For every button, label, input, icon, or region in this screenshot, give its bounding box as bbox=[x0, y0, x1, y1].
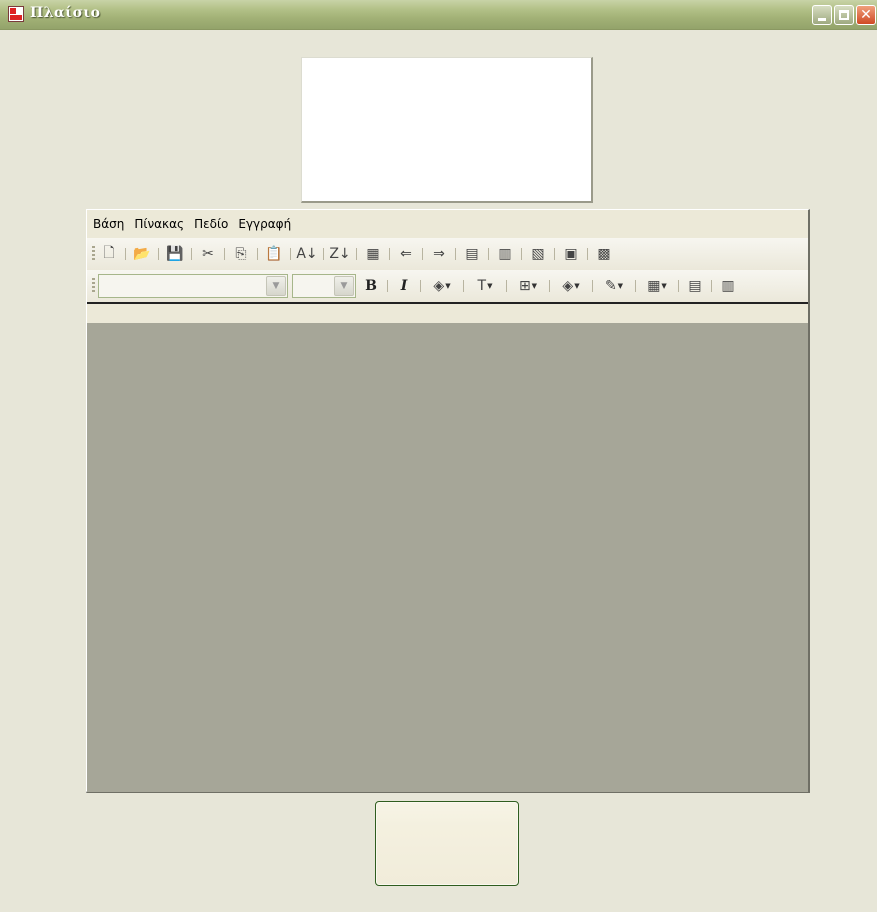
menu-item-eggrafi[interactable]: Εγγραφή bbox=[238, 215, 291, 233]
action-button[interactable] bbox=[375, 801, 519, 886]
toolbar-grip[interactable] bbox=[92, 278, 95, 294]
toolbar-separator bbox=[224, 248, 225, 260]
standard-toolbar: 🗋 📂 💾 ✂ ⎘ 📋 A↓ Z↓ ▦ ⇐ ⇒ ▤ ▥ ▧ ▣ ▩ bbox=[87, 238, 808, 270]
blank-panel bbox=[301, 57, 593, 203]
toolbar-separator bbox=[158, 248, 159, 260]
find-previous-icon[interactable]: ⇐ bbox=[395, 243, 417, 265]
fill-color-icon[interactable]: ◈ ▼ bbox=[426, 275, 458, 297]
title-bar[interactable]: Πλαίσιο ✕ bbox=[0, 0, 877, 30]
toolbar-separator bbox=[389, 248, 390, 260]
toolbar-separator bbox=[257, 248, 258, 260]
paste-icon[interactable]: 📋 bbox=[263, 243, 285, 265]
cut-icon[interactable]: ✂ bbox=[197, 243, 219, 265]
form-app-icon[interactable] bbox=[8, 6, 24, 22]
menu-item-vasi[interactable]: Βάση bbox=[93, 215, 124, 233]
maximize-icon bbox=[839, 10, 849, 20]
toolbar-separator bbox=[290, 248, 291, 260]
chevron-down-icon: ▼ bbox=[531, 282, 538, 290]
font-color-icon[interactable]: T ▼ bbox=[469, 275, 501, 297]
formatting-toolbar: ▼ ▼ B I ◈ ▼ T ▼ ⊞ ▼ ◈ ▼ ✎ ▼ ▦ ▼ ▤ ▥ bbox=[87, 270, 808, 304]
menu-item-pedio[interactable]: Πεδίο bbox=[194, 215, 228, 233]
chevron-down-icon: ▼ bbox=[617, 282, 624, 290]
toolbar-separator bbox=[455, 248, 456, 260]
fill-color-icon-glyph: ◈ bbox=[433, 278, 445, 294]
toolbar-separator bbox=[635, 280, 636, 292]
toolbar-separator bbox=[506, 280, 507, 292]
toolbar-grip[interactable] bbox=[92, 246, 95, 262]
toolbar-separator bbox=[554, 248, 555, 260]
font-size-combo[interactable]: ▼ bbox=[292, 274, 356, 298]
table-icon[interactable]: ▥ bbox=[717, 275, 739, 297]
add-record-icon[interactable]: ▤ bbox=[461, 243, 483, 265]
chevron-down-icon: ▼ bbox=[445, 282, 451, 290]
open-folder-icon[interactable]: 📂 bbox=[131, 243, 153, 265]
chevron-down-icon: ▼ bbox=[661, 282, 667, 290]
toolbar-separator bbox=[422, 248, 423, 260]
maximize-button[interactable] bbox=[834, 5, 854, 25]
close-icon: ✕ bbox=[860, 7, 872, 23]
filter-icon[interactable]: ▦ bbox=[362, 243, 384, 265]
grid-lines-icon[interactable]: ▦ ▼ bbox=[641, 275, 673, 297]
format-painter-icon[interactable]: ✎ ▼ bbox=[598, 275, 630, 297]
insert-field-icon[interactable]: ▣ bbox=[560, 243, 582, 265]
chevron-down-icon[interactable]: ▼ bbox=[266, 276, 286, 296]
toolbar-separator bbox=[356, 248, 357, 260]
toolbar-separator bbox=[323, 248, 324, 260]
format-painter-icon-glyph: ✎ bbox=[604, 278, 617, 294]
toolbar-separator bbox=[587, 248, 588, 260]
minimize-button[interactable] bbox=[812, 5, 832, 25]
form-window: Πλαίσιο ✕ Βάση Πίνακας Πεδίο Εγγραφή 🗋 📂 💾… bbox=[0, 0, 877, 912]
save-icon[interactable]: 💾 bbox=[164, 243, 186, 265]
data-grid-area[interactable] bbox=[87, 323, 808, 792]
border-style-icon-glyph: ⊞ bbox=[518, 278, 531, 294]
close-button[interactable]: ✕ bbox=[856, 5, 876, 25]
columns-icon[interactable]: ▤ bbox=[684, 275, 706, 297]
toolbar-separator bbox=[678, 280, 679, 292]
sort-descending-icon[interactable]: Z↓ bbox=[329, 243, 351, 265]
toolbar-separator bbox=[521, 248, 522, 260]
database-grid-control: Βάση Πίνακας Πεδίο Εγγραφή 🗋 📂 💾 ✂ ⎘ 📋 A↓ Z↓ ▦ ⇐ ⇒… bbox=[86, 209, 810, 793]
background-color-icon[interactable]: ◈ ▼ bbox=[555, 275, 587, 297]
background-color-icon-glyph: ◈ bbox=[562, 278, 574, 294]
toolbar-separator bbox=[125, 248, 126, 260]
toolbar-separator bbox=[191, 248, 192, 260]
italic-button[interactable]: I bbox=[393, 275, 415, 297]
chevron-down-icon[interactable]: ▼ bbox=[334, 276, 354, 296]
find-next-icon[interactable]: ⇒ bbox=[428, 243, 450, 265]
menu-item-pinakas[interactable]: Πίνακας bbox=[134, 215, 184, 233]
chevron-down-icon: ▼ bbox=[487, 282, 493, 290]
toolbar-separator bbox=[420, 280, 421, 292]
delete-record-icon[interactable]: ▥ bbox=[494, 243, 516, 265]
minimize-icon bbox=[818, 17, 826, 21]
sort-ascending-icon[interactable]: A↓ bbox=[296, 243, 318, 265]
toolbar-separator bbox=[463, 280, 464, 292]
toolbar-separator bbox=[711, 280, 712, 292]
menu-bar: Βάση Πίνακας Πεδίο Εγγραφή bbox=[87, 210, 808, 238]
chevron-down-icon: ▼ bbox=[574, 282, 580, 290]
edit-record-icon[interactable]: ▧ bbox=[527, 243, 549, 265]
copy-icon[interactable]: ⎘ bbox=[230, 243, 252, 265]
grid-lines-icon-glyph: ▦ bbox=[647, 278, 661, 294]
window-title: Πλαίσιο bbox=[30, 5, 101, 21]
toolbar-separator bbox=[387, 280, 388, 292]
toolbar-separator bbox=[549, 280, 550, 292]
toolbar-separator bbox=[488, 248, 489, 260]
bold-button[interactable]: B bbox=[360, 275, 382, 297]
font-color-icon-glyph: T bbox=[477, 278, 487, 294]
border-style-icon[interactable]: ⊞ ▼ bbox=[512, 275, 544, 297]
toolbar-separator bbox=[592, 280, 593, 292]
delete-field-icon[interactable]: ▩ bbox=[593, 243, 615, 265]
new-document-icon[interactable]: 🗋 bbox=[98, 243, 120, 265]
font-name-combo[interactable]: ▼ bbox=[98, 274, 288, 298]
